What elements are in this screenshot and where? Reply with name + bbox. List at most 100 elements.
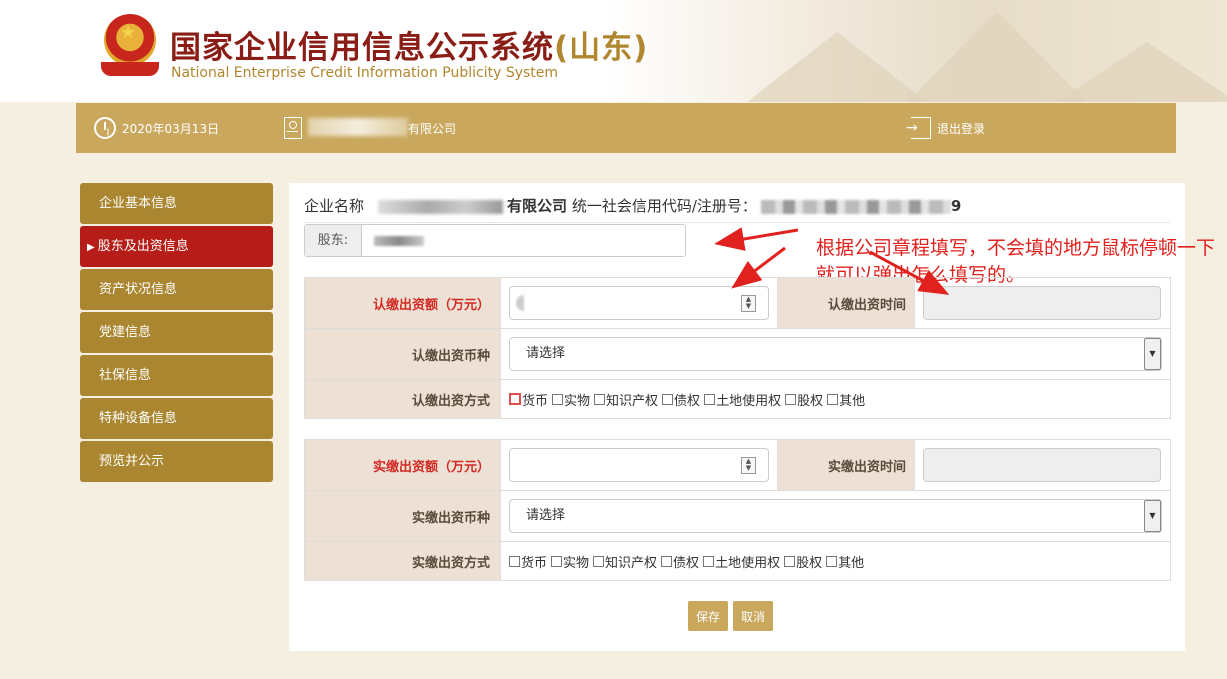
method-option[interactable]: 货币: [509, 552, 547, 571]
method-option[interactable]: 股权: [784, 552, 822, 571]
subscribed-time-label: 认缴出资时间: [777, 277, 915, 329]
method-option[interactable]: 土地使用权: [703, 552, 780, 571]
cancel-button[interactable]: 取消: [733, 601, 774, 631]
site-header: ★ 国家企业信用信息公示系统(山东) National Enterprise C…: [0, 0, 1227, 102]
company-name-suffix: 有限公司: [507, 197, 568, 215]
company-info-line: 企业名称 有限公司 统一社会信用代码/注册号： 9: [304, 195, 961, 216]
paid-currency-select[interactable]: 请选择 ▼: [509, 499, 1162, 533]
paid-amount-input[interactable]: ▲ ▼: [509, 448, 769, 482]
credit-code-label: 统一社会信用代码/注册号：: [571, 197, 757, 215]
checkbox[interactable]: [826, 555, 838, 567]
method-option[interactable]: 实物: [552, 390, 590, 409]
option-label: 知识产权: [605, 555, 658, 571]
checkbox[interactable]: [785, 393, 797, 405]
paid-method-checkboxes: 货币 实物 知识产权 债权 土地使用权 股权 其他: [509, 552, 1162, 571]
sidebar-item-label: 预览并公示: [99, 454, 165, 469]
checkbox[interactable]: [593, 555, 605, 567]
checkbox[interactable]: [703, 555, 715, 567]
national-emblem-icon: ★: [101, 14, 159, 78]
shareholder-label: 股东:: [305, 225, 362, 256]
shareholder-input[interactable]: [362, 225, 685, 256]
paid-time-label: 实缴出资时间: [777, 439, 915, 491]
checkbox[interactable]: [662, 393, 674, 405]
subscribed-method-label: 认缴出资方式: [304, 379, 501, 419]
user-badge-icon: [284, 117, 302, 139]
input-cursor: [516, 295, 524, 311]
redacted-shareholder: [374, 236, 424, 246]
select-value: 请选择: [526, 346, 566, 361]
subscribed-time-input[interactable]: [923, 286, 1161, 320]
paid-capital-form: 实缴出资额（万元） ▲▼ 实缴出资时间 实缴出资币种 请选择 ▼ 实缴出资方式: [304, 439, 1171, 581]
method-option[interactable]: 知识产权: [594, 390, 658, 409]
checkbox[interactable]: [552, 393, 564, 405]
sidebar-item-assets[interactable]: 资产状况信息: [80, 269, 273, 310]
form-actions: 保存 取消: [688, 601, 774, 631]
checkbox[interactable]: [661, 555, 673, 567]
logout-button[interactable]: 退出登录: [906, 117, 985, 139]
shareholder-field: 股东:: [304, 224, 686, 257]
subscribed-currency-select[interactable]: 请选择 ▼: [509, 337, 1162, 371]
sidebar-item-shareholders[interactable]: ▶ 股东及出资信息: [80, 226, 273, 267]
chevron-down-icon[interactable]: ▼: [1144, 500, 1161, 532]
sidebar-item-label: 党建信息: [99, 325, 152, 340]
redacted-company: [378, 199, 504, 214]
sidebar-item-basic-info[interactable]: 企业基本信息: [80, 183, 273, 224]
method-option[interactable]: 货币: [509, 390, 548, 409]
sidebar-item-special-equipment[interactable]: 特种设备信息: [80, 398, 273, 439]
option-label: 货币: [522, 393, 549, 409]
option-label: 债权: [673, 555, 700, 571]
option-label: 其他: [839, 393, 866, 409]
option-label: 债权: [674, 393, 701, 409]
option-label: 货币: [521, 555, 548, 571]
checkbox[interactable]: [827, 393, 839, 405]
method-option[interactable]: 其他: [826, 552, 864, 571]
select-value: 请选择: [526, 508, 566, 523]
subscribed-method-checkboxes: 货币 实物 知识产权 债权 土地使用权 股权 其他: [509, 390, 1162, 409]
method-option[interactable]: 土地使用权: [704, 390, 781, 409]
option-label: 土地使用权: [716, 393, 782, 409]
spinner-icon[interactable]: ▲ ▼: [741, 295, 756, 312]
logout-icon: [906, 117, 931, 139]
chevron-down-icon[interactable]: ▼: [1144, 338, 1161, 370]
sidebar-nav: 企业基本信息 ▶ 股东及出资信息 资产状况信息 党建信息 社保信息 特种设备信息 …: [80, 183, 273, 484]
sidebar-item-preview-publish[interactable]: 预览并公示: [80, 441, 273, 482]
site-subtitle: National Enterprise Credit Information P…: [171, 65, 559, 81]
save-button[interactable]: 保存: [688, 601, 729, 631]
spinner-icon[interactable]: ▲ ▼: [741, 457, 756, 474]
subscribed-amount-label: 认缴出资额（万元）: [304, 277, 501, 329]
caret-right-icon: ▶: [87, 242, 95, 253]
paid-time-input[interactable]: [923, 448, 1161, 482]
divider: [304, 222, 1170, 223]
sidebar-item-label: 社保信息: [99, 368, 152, 383]
option-label: 股权: [796, 555, 823, 571]
checkbox[interactable]: [594, 393, 606, 405]
method-option[interactable]: 实物: [551, 552, 589, 571]
site-title: 国家企业信用信息公示系统(山东): [170, 30, 649, 66]
sidebar-item-label: 特种设备信息: [99, 411, 178, 426]
paid-method-label: 实缴出资方式: [304, 541, 501, 581]
method-option[interactable]: 知识产权: [593, 552, 657, 571]
method-option[interactable]: 其他: [827, 390, 865, 409]
company-label: 企业名称: [304, 197, 365, 215]
checkbox[interactable]: [509, 393, 521, 405]
method-option[interactable]: 债权: [661, 552, 699, 571]
sidebar-item-label: 股东及出资信息: [97, 239, 189, 254]
main-panel: 企业名称 有限公司 统一社会信用代码/注册号： 9 股东: 根据公司章程填写，不会填…: [289, 183, 1215, 651]
method-option[interactable]: 债权: [662, 390, 700, 409]
checkbox[interactable]: [784, 555, 796, 567]
clock-icon: [94, 117, 116, 139]
checkbox[interactable]: [704, 393, 716, 405]
sidebar-item-party[interactable]: 党建信息: [80, 312, 273, 353]
checkbox[interactable]: [551, 555, 563, 567]
checkbox[interactable]: [509, 555, 520, 567]
user-info-bar: 2020年03月13日 有限公司 退出登录: [76, 103, 1176, 153]
option-label: 其他: [838, 555, 865, 571]
method-option[interactable]: 股权: [785, 390, 823, 409]
subscribed-currency-label: 认缴出资币种: [304, 328, 501, 380]
subscribed-amount-input[interactable]: ▲ ▼: [509, 286, 769, 320]
option-label: 土地使用权: [715, 555, 781, 571]
sidebar-item-social-security[interactable]: 社保信息: [80, 355, 273, 396]
subscribed-capital-form: 认缴出资额（万元） ▲▼ 认缴出资时间 认缴出资币种 请选择 ▼ 认缴出资方式: [304, 277, 1171, 419]
header-mountain-background: [607, 0, 1227, 102]
option-label: 实物: [564, 393, 591, 409]
